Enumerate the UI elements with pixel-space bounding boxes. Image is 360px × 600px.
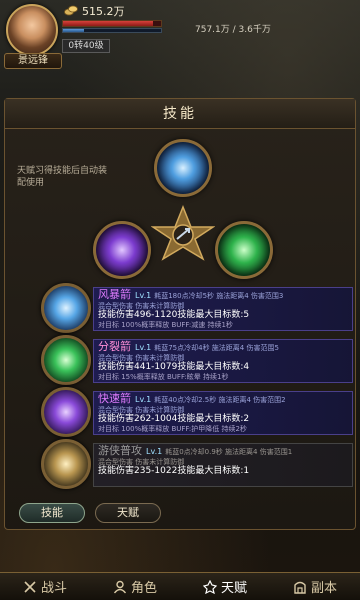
split-arrow-icon [41, 335, 91, 385]
storm-arrow-icon [41, 283, 91, 333]
talent-icon [202, 579, 217, 594]
fast-arrow-node[interactable] [93, 221, 151, 279]
skill-name: 快速箭 [98, 392, 131, 405]
skill-tree [93, 139, 273, 289]
exp-readout: 757.1万 / 3.6千万 [195, 25, 271, 35]
tab-talent[interactable]: 天赋 [95, 503, 161, 523]
skill-damage-type: 混合型伤害 伤害未计算防御 [98, 458, 185, 466]
skill-tree-emblem-icon [151, 205, 215, 261]
skill-row-storm-arrow[interactable]: 风暴箭 Lv.1 耗蓝180点冷却5秒 施法距离4 伤害范围3 混合型伤害 伤害未计… [41, 283, 353, 333]
player-name: 景远锋 [4, 53, 62, 69]
skill-damage: 技能伤害496-1120技能最大目标数:5 [98, 310, 250, 320]
skill-cost-range: 耗蓝40点冷却2.5秒 施法距离4 伤害范围2 [154, 396, 286, 404]
player-hud: 景远锋 515.2万 0转40级 757.1万 / 3.6千万 [0, 0, 360, 72]
nav-character[interactable]: 角色 [90, 573, 180, 600]
skill-damage-type: 混合型伤害 伤害未计算防御 [98, 354, 185, 362]
skill-cost-range: 耗蓝0点冷却0.9秒 施法距离4 伤害范围1 [165, 448, 293, 456]
nav-talent[interactable]: 天赋 [180, 573, 270, 600]
bottom-nav: 战斗 角色 天赋 副本 [0, 572, 360, 600]
nav-battle[interactable]: 战斗 [0, 573, 90, 600]
skill-name: 游侠普攻 [98, 444, 142, 457]
tab-skills[interactable]: 技能 [19, 503, 85, 523]
nav-label: 角色 [130, 581, 157, 596]
hp-fill [63, 21, 154, 26]
gold-coins-icon [64, 5, 78, 16]
hp-bar [62, 20, 162, 27]
skill-details: 分裂箭 Lv.1 耗蓝75点冷却4秒 施法距离4 伤害范围5 混合型伤害 伤害未计算… [93, 339, 353, 383]
skill-level: Lv.1 [135, 291, 152, 300]
storm-arrow-node[interactable] [154, 139, 212, 197]
skill-buff: 对目标 15%概率释放 BUFF:眩晕 持续1秒 [98, 373, 229, 381]
skill-cost-range: 耗蓝180点冷却5秒 施法距离4 伤害范围3 [154, 292, 284, 300]
skill-buff: 对目标 100%概率释放 BUFF:护甲降低 持续2秒 [98, 425, 247, 433]
skill-damage: 技能伤害441-1079技能最大目标数:4 [98, 362, 250, 372]
fast-arrow-icon [41, 387, 91, 437]
dungeon-icon [294, 581, 306, 594]
skill-name: 分裂箭 [98, 340, 131, 353]
rebirth-level-badge: 0转40级 [62, 39, 110, 53]
nav-dungeon[interactable]: 副本 [270, 573, 360, 600]
gold-amount: 515.2万 [82, 5, 125, 18]
character-icon [113, 580, 127, 593]
mp-bar [62, 28, 162, 33]
swords-icon [24, 580, 36, 593]
skill-damage-type: 混合型伤害 伤害未计算防御 [98, 406, 185, 414]
skill-row-fast-arrow[interactable]: 快速箭 Lv.1 耗蓝40点冷却2.5秒 施法距离4 伤害范围2 混合型伤害 伤害未… [41, 387, 353, 437]
skill-details: 风暴箭 Lv.1 耗蓝180点冷却5秒 施法距离4 伤害范围3 混合型伤害 伤害未计… [93, 287, 353, 331]
skill-panel: 技能 天赋习得技能后自动装配使用 风暴箭 Lv.1 耗蓝180点冷却5秒 施法距离4… [4, 98, 356, 530]
skill-cost-range: 耗蓝75点冷却4秒 施法距离4 伤害范围5 [154, 344, 279, 352]
nav-label: 天赋 [220, 581, 247, 596]
skill-row-ranger-attack[interactable]: 游侠普攻 Lv.1 耗蓝0点冷却0.9秒 施法距离4 伤害范围1 混合型伤害 伤害未… [41, 439, 353, 489]
split-arrow-node[interactable] [215, 221, 273, 279]
skill-buff: 对目标 100%概率释放 BUFF:减速 持续1秒 [98, 321, 233, 329]
skill-damage-type: 混合型伤害 伤害未计算防御 [98, 302, 185, 310]
skill-level: Lv.1 [135, 395, 152, 404]
skill-details: 快速箭 Lv.1 耗蓝40点冷却2.5秒 施法距离4 伤害范围2 混合型伤害 伤害未… [93, 391, 353, 435]
skill-name: 风暴箭 [98, 288, 131, 301]
skill-row-split-arrow[interactable]: 分裂箭 Lv.1 耗蓝75点冷却4秒 施法距离4 伤害范围5 混合型伤害 伤害未计算… [41, 335, 353, 385]
nav-label: 战斗 [40, 581, 67, 596]
skill-details: 游侠普攻 Lv.1 耗蓝0点冷却0.9秒 施法距离4 伤害范围1 混合型伤害 伤害未… [93, 443, 353, 487]
ranger-attack-icon [41, 439, 91, 489]
skill-damage: 技能伤害235-1022技能最大目标数:1 [98, 466, 250, 476]
mp-fill [63, 29, 84, 32]
nav-label: 副本 [310, 581, 337, 596]
skill-damage: 技能伤害262-1004技能最大目标数:2 [98, 414, 250, 424]
skill-level: Lv.1 [146, 447, 163, 456]
skill-level: Lv.1 [135, 343, 152, 352]
player-avatar[interactable] [6, 4, 58, 56]
panel-title: 技能 [5, 99, 355, 129]
